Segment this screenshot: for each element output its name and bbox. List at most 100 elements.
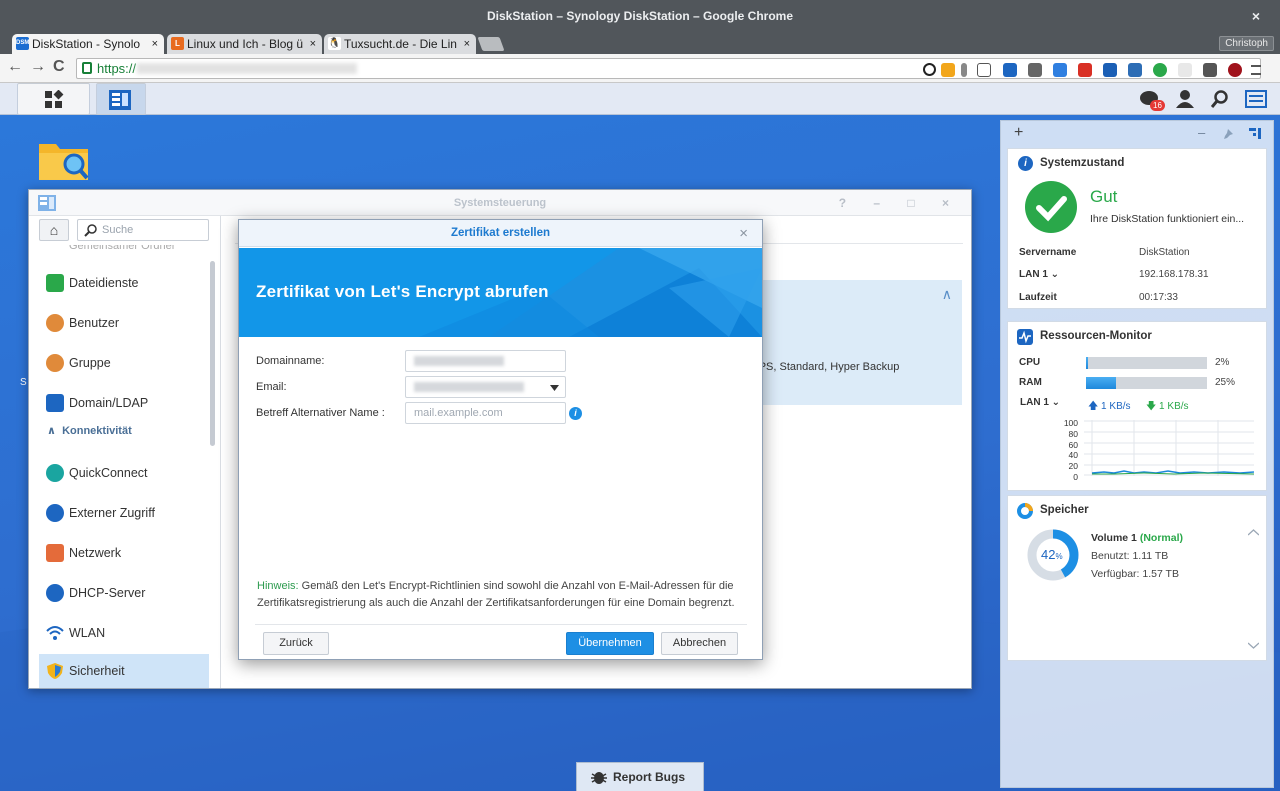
dialog-hint: Hinweis: Gemäß den Let's Encrypt-Richtli… [257,578,752,612]
home-button[interactable]: ⌂ [39,219,69,241]
tab-close-icon[interactable]: × [148,34,158,54]
y-tick: 80 [1068,428,1078,439]
apply-button[interactable]: Übernehmen [566,632,654,655]
ram-bar [1086,377,1207,389]
widgets-toggle-icon[interactable] [1245,90,1267,108]
url-host-blurred [137,63,357,74]
tab-close-icon[interactable]: × [306,34,316,54]
y-tick: 60 [1068,439,1078,450]
sidebar-item-dateidienste[interactable]: Dateidienste [39,266,209,300]
tab-close-icon[interactable]: × [460,34,470,54]
close-window-button[interactable]: × [1252,0,1260,33]
file-station-icon[interactable] [38,138,90,182]
extension-icon[interactable] [1028,63,1042,77]
dhcp-icon [46,584,64,602]
sidebar-group-label: Konnektivität [62,425,132,437]
sidebar-item-label: Externer Zugriff [69,506,155,520]
close-icon[interactable]: × [739,220,748,247]
extension-icon[interactable] [923,63,936,76]
widget-title: Ressourcen-Monitor [1040,330,1152,342]
sidebar-item-externer-zugriff[interactable]: Externer Zugriff [39,496,209,530]
back-button[interactable]: Zurück [263,632,329,655]
chevron-up-icon[interactable] [1248,529,1259,536]
resource-monitor-widget: Ressourcen-Monitor CPU 2% RAM 25% LAN 1 … [1007,321,1267,491]
widget-layout-icon[interactable] [1249,128,1261,139]
sidebar-item-sicherheit[interactable]: Sicherheit [39,654,209,688]
ram-bar-fill [1086,377,1117,389]
main-menu-button[interactable] [17,83,90,115]
minimize-widgets-button[interactable]: – [1198,125,1205,140]
search-icon[interactable] [1211,90,1229,108]
extension-icon[interactable] [961,63,967,77]
sidebar-search-input[interactable]: Suche [77,219,209,241]
group-icon [46,354,64,372]
volume-name: Volume 1 (Normal) [1091,532,1183,544]
add-widget-button[interactable]: + [1014,124,1023,142]
extension-icon[interactable] [1103,63,1117,77]
system-health-widget: i Systemzustand Gut Ihre DiskStation fun… [1007,148,1267,309]
reload-icon[interactable]: C [53,58,65,76]
quickconnect-icon [46,464,64,482]
email-select[interactable] [405,376,566,398]
pin-icon[interactable] [1223,129,1233,139]
address-bar[interactable]: https:// [76,58,1261,79]
extension-icon[interactable] [1178,63,1192,77]
sidebar-item-quickconnect[interactable]: QuickConnect [39,456,209,490]
control-panel-taskbar-button[interactable] [96,83,146,115]
dialog-title-bar[interactable]: Zertifikat erstellen × [239,220,762,247]
cancel-button[interactable]: Abbrechen [661,632,738,655]
tab-diskstation[interactable]: DSM DiskStation - Synolo × [12,34,164,54]
info-icon[interactable]: i [569,407,582,420]
home-network-icon [46,544,64,562]
tab-tuxsucht[interactable]: 🐧 Tuxsucht.de - Die Lin × [324,34,476,54]
sidebar-item-gruppe[interactable]: Gruppe [39,346,209,380]
content-text-partial: TPS, Standard, Hyper Backup [752,361,900,373]
forward-icon[interactable]: → [30,58,46,76]
window-controls[interactable]: ? – □ × [839,190,961,216]
ublock-icon[interactable] [1228,63,1242,77]
extension-icon[interactable] [1078,63,1092,77]
domain-input[interactable] [405,350,566,372]
alt-name-input[interactable]: mail.example.com [405,402,566,424]
new-tab-button[interactable] [477,37,505,51]
extension-icon[interactable] [1128,63,1142,77]
window-title: Systemsteuerung [453,197,547,209]
user-icon[interactable] [1176,90,1194,108]
extension-icon[interactable] [1153,63,1167,77]
extension-icon[interactable] [1203,63,1217,77]
report-bugs-button[interactable]: Report Bugs [576,762,704,791]
shield-icon [47,663,63,679]
dialog-banner: Zertifikat von Let's Encrypt abrufen [239,248,762,337]
sidebar-item-netzwerk[interactable]: Netzwerk [39,536,209,570]
domain-label: Domainname: [256,355,325,367]
dialog-heading: Zertifikat von Let's Encrypt abrufen [256,282,549,301]
lan-selector[interactable]: LAN 1 ⌄ [1020,397,1060,408]
sidebar-item-benutzer[interactable]: Benutzer [39,306,209,340]
back-icon[interactable]: ← [7,58,23,76]
bookmark-star-icon[interactable] [977,63,991,77]
notification-badge: 16 [1150,100,1165,111]
sidebar-item-domain-ldap[interactable]: Domain/LDAP [39,386,209,420]
ram-label: RAM [1019,377,1042,388]
sidebar-item-label: Sicherheit [69,664,125,678]
sidebar-scrollbar[interactable] [210,261,215,446]
volume-used: Benutzt: 1.11 TB [1091,550,1169,562]
extension-icon[interactable] [1003,63,1017,77]
extension-icon[interactable] [941,63,955,77]
lock-icon [82,62,92,74]
chevron-down-icon[interactable] [1248,642,1259,649]
sidebar-group-konnektivitaet[interactable]: ∧ Konnektivität [47,424,132,437]
window-title-bar[interactable]: Systemsteuerung ? – □ × [29,190,971,216]
kv-key: Laufzeit [1019,292,1057,303]
kv-key[interactable]: LAN 1 ⌄ [1019,269,1059,280]
extension-icon[interactable] [1053,63,1067,77]
dialog-footer-divider [255,624,747,625]
collapse-chevron-icon[interactable]: ∧ [942,286,952,303]
menu-icon[interactable] [1251,65,1261,75]
sidebar-item-dhcp-server[interactable]: DHCP-Server [39,576,209,610]
profile-button[interactable]: Christoph [1219,36,1274,51]
sidebar-item-wlan[interactable]: WLAN [39,616,209,650]
notifications-button[interactable]: 16 [1140,90,1165,111]
percent-value: 42 [1041,547,1056,562]
tab-linux-und-ich[interactable]: L Linux und Ich - Blog ü × [167,34,322,54]
